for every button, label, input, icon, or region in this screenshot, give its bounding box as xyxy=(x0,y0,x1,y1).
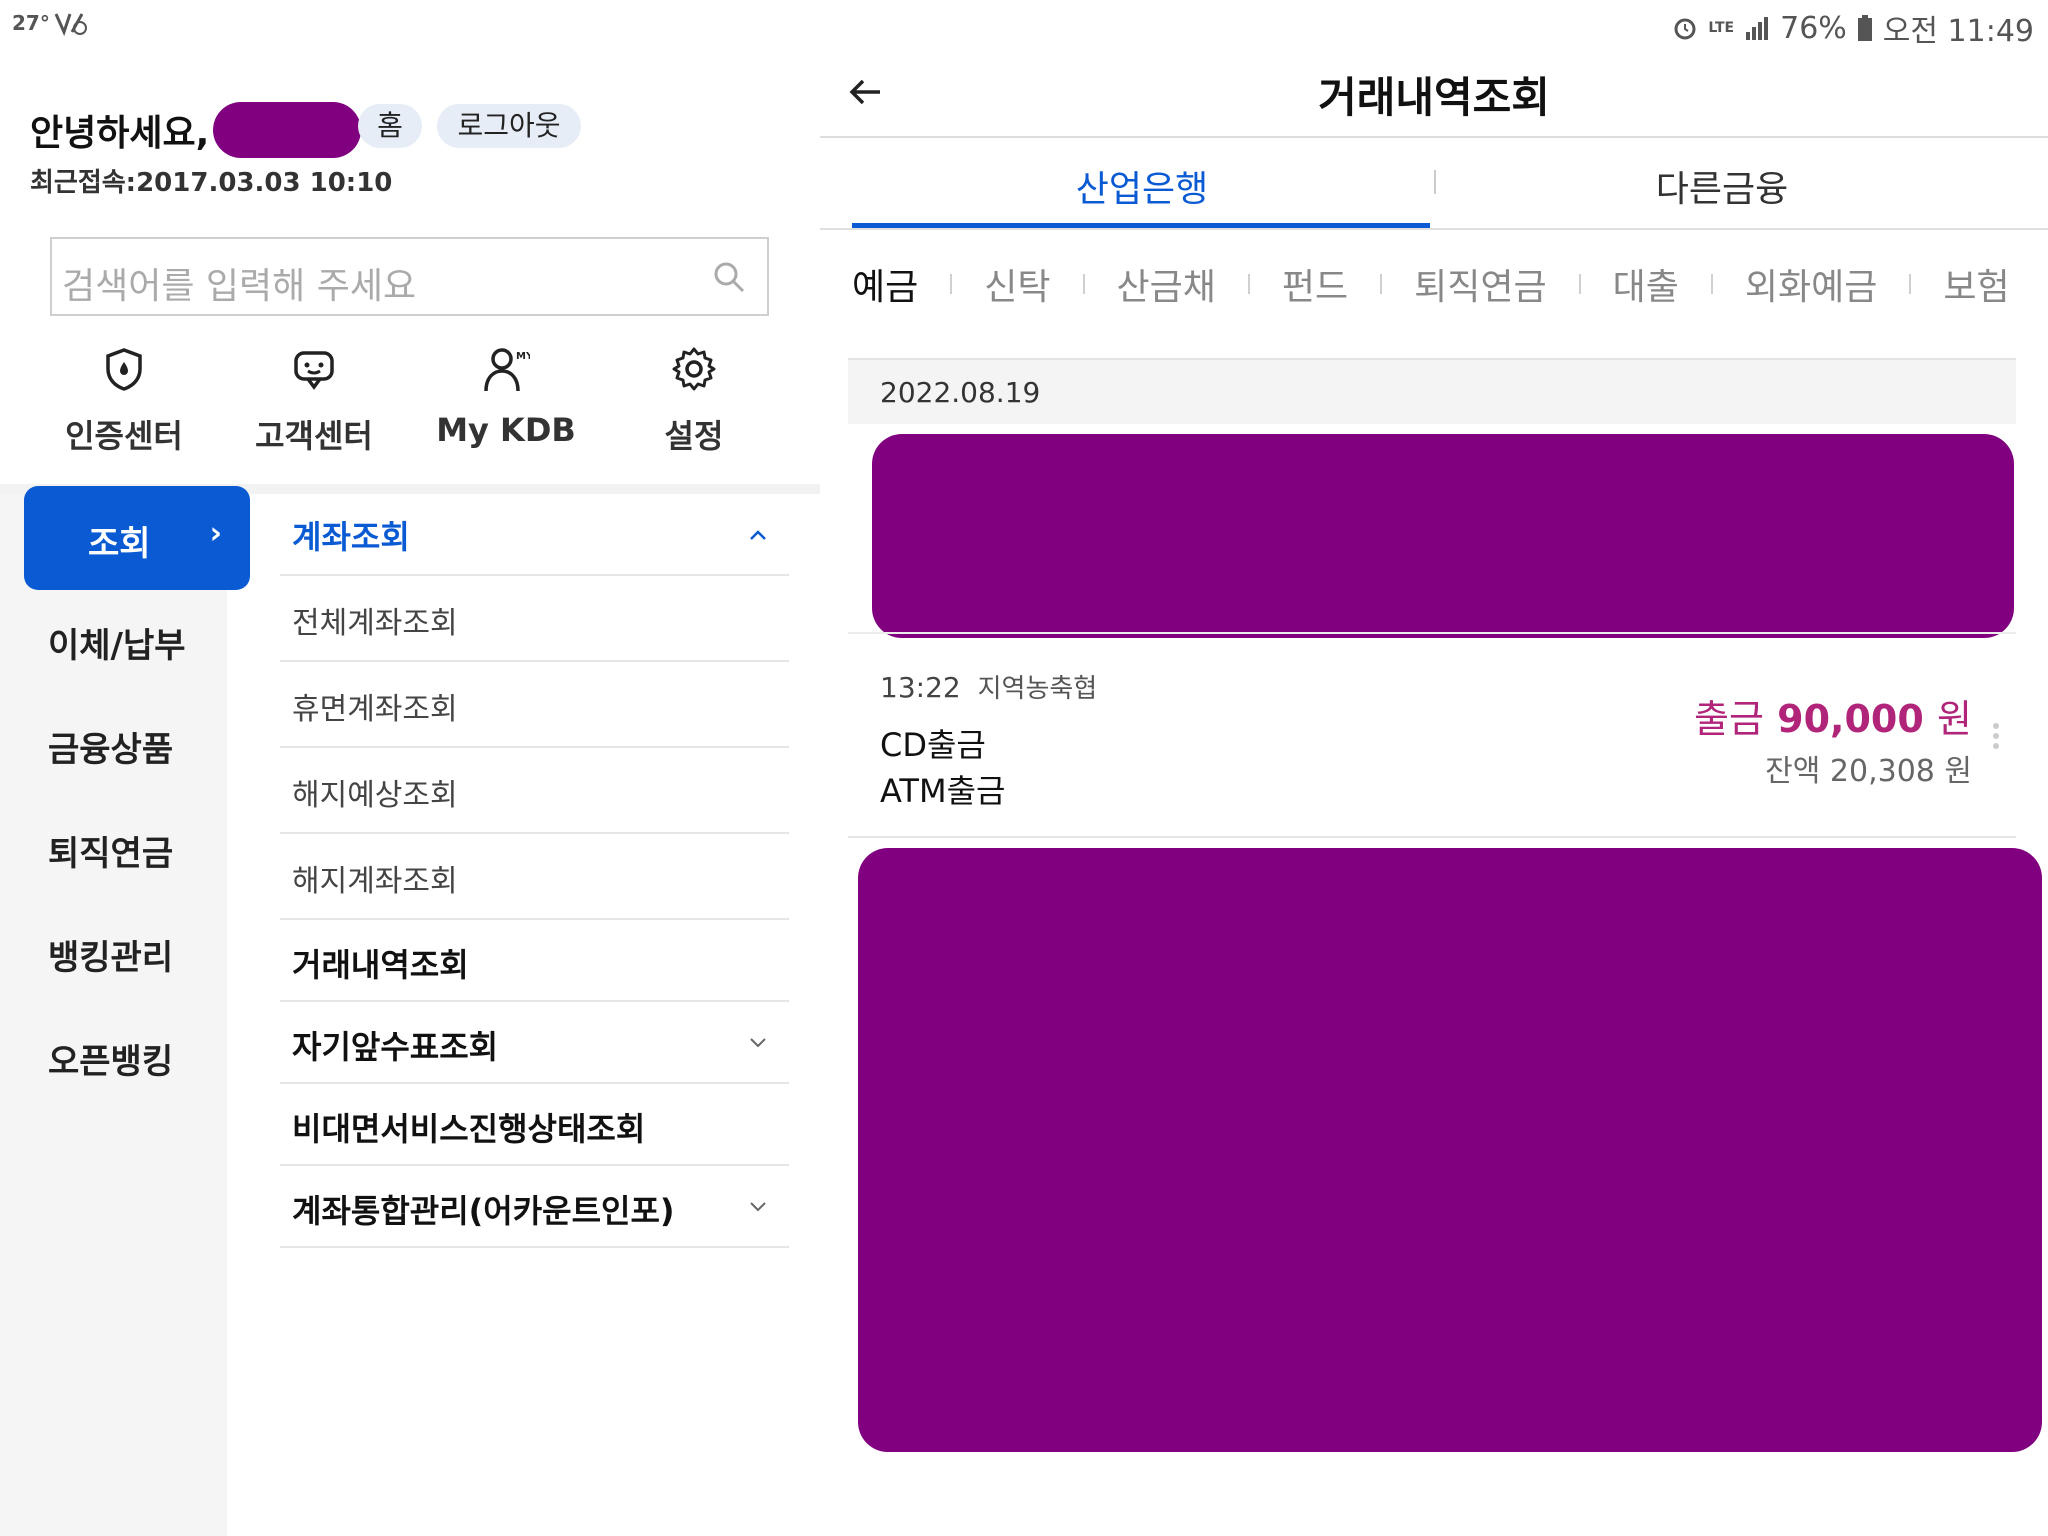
menu-all-accounts[interactable]: 전체계좌조회 xyxy=(280,576,789,662)
menu-cashier-check[interactable]: 자기앞수표조회 xyxy=(280,1002,789,1084)
redacted-transaction-block xyxy=(872,434,2014,638)
time-text: 13:22 xyxy=(880,671,961,704)
category-pension[interactable]: 퇴직연금 xyxy=(48,826,173,875)
chevron-down-icon xyxy=(750,1202,766,1212)
menu-non-face-service-status[interactable]: 비대면서비스진행상태조회 xyxy=(280,1084,789,1166)
subtab-separator xyxy=(1247,274,1250,294)
subtab-loan[interactable]: 대출 xyxy=(1613,258,1679,310)
person-icon: MY xyxy=(484,348,534,392)
menu-expected-termination[interactable]: 해지예상조회 xyxy=(280,748,789,834)
transaction-description: CD출금 xyxy=(880,726,986,764)
category-label: 조회 xyxy=(88,524,151,564)
subtab-deposit[interactable]: 예금 xyxy=(852,258,918,310)
menu-label: 계좌통합관리(어카운트인포) xyxy=(292,1192,675,1230)
gear-icon xyxy=(672,347,716,391)
svg-text:MY: MY xyxy=(516,351,530,362)
menu-label: 휴면계좌조회 xyxy=(292,692,458,727)
quick-my-kdb[interactable]: MY My KDB xyxy=(426,345,586,449)
amount-value: 90,000 xyxy=(1777,697,1924,741)
subtab-separator xyxy=(1909,274,1912,294)
menu-terminated-accounts[interactable]: 해지계좌조회 xyxy=(280,834,789,920)
header-divider xyxy=(820,136,2048,138)
amount-unit: 원 xyxy=(1937,697,1972,741)
category-transfer[interactable]: 이체/납부 xyxy=(48,618,186,667)
quick-label: 설정 xyxy=(664,417,724,455)
greeting: 안녕하세요, xyxy=(30,102,362,158)
menu-label: 비대면서비스진행상태조회 xyxy=(292,1110,646,1148)
quick-label: 인증센터 xyxy=(65,417,183,455)
menu-label: 자기앞수표조회 xyxy=(292,1028,499,1066)
menu-label: 계좌조회 xyxy=(292,518,410,556)
subtab-separator xyxy=(1578,274,1581,294)
product-subtabs: 예금 신탁 산금채 펀드 퇴직연금 대출 외화예금 보험 xyxy=(852,258,2048,310)
balance-text: 잔액 20,308 원 xyxy=(1765,754,1972,789)
redacted-user-name xyxy=(213,102,362,158)
tab-other-finance[interactable]: 다른금융 xyxy=(1432,160,2012,212)
withdrawal-amount: 출금 90,000 원 xyxy=(1694,688,1972,743)
row-divider xyxy=(848,836,2016,838)
quick-customer-center[interactable]: 고객센터 xyxy=(234,345,394,457)
quick-settings[interactable]: 설정 xyxy=(614,345,774,457)
quick-auth-center[interactable]: 인증센터 xyxy=(44,345,204,457)
search-placeholder: 검색어를 입력해 주세요 xyxy=(62,266,417,307)
menu-label: 해지계좌조회 xyxy=(292,864,458,899)
category-products[interactable]: 금융상품 xyxy=(48,722,173,771)
subtab-pension[interactable]: 퇴직연금 xyxy=(1414,258,1546,310)
menu-label: 해지예상조회 xyxy=(292,778,458,813)
last-login-text: 최근접속:2017.03.03 10:10 xyxy=(30,168,393,198)
menu-account-inquiry[interactable]: 계좌조회 xyxy=(280,494,789,576)
menu-label: 거래내역조회 xyxy=(292,946,469,984)
quick-label: 고객센터 xyxy=(255,417,373,455)
category-inquiry[interactable]: 조회 › xyxy=(24,486,250,590)
more-options-icon[interactable] xyxy=(1992,722,2000,750)
place-text: 지역농축협 xyxy=(977,674,1098,704)
logout-button[interactable]: 로그아웃 xyxy=(437,104,581,148)
tab-kdb-bank[interactable]: 산업은행 xyxy=(852,160,1432,212)
transaction-time: 13:22 지역농축협 xyxy=(880,668,1097,705)
page-title: 거래내역조회 xyxy=(1318,73,1550,122)
transaction-memo: ATM출금 xyxy=(880,772,1006,810)
subtab-separator xyxy=(1710,274,1713,294)
side-menu-panel: 안녕하세요, 홈 로그아웃 최근접속:2017.03.03 10:10 검색어를… xyxy=(0,0,820,1536)
transaction-date: 2022.08.19 xyxy=(880,376,1041,409)
chevron-down-icon xyxy=(750,1038,766,1048)
amount-label: 출금 xyxy=(1694,697,1764,741)
redacted-transaction-list xyxy=(858,848,2042,1452)
date-header: 2022.08.19 xyxy=(848,358,2016,424)
category-banking[interactable]: 뱅킹관리 xyxy=(48,930,173,979)
subtab-insurance[interactable]: 보험 xyxy=(1943,258,2009,310)
chevron-up-icon xyxy=(750,530,766,540)
menu-label: 전체계좌조회 xyxy=(292,606,458,641)
transaction-history-panel: 거래내역조회 산업은행 다른금융 예금 신탁 산금채 펀드 퇴직연금 대출 외화… xyxy=(820,0,2048,1536)
shield-icon xyxy=(106,348,142,391)
category-open-banking[interactable]: 오픈뱅킹 xyxy=(48,1034,173,1083)
quick-label: My KDB xyxy=(436,411,576,449)
subtab-trust[interactable]: 신탁 xyxy=(984,258,1050,310)
search-icon[interactable] xyxy=(711,259,747,295)
subtab-separator xyxy=(1082,274,1085,294)
subtab-foreign-deposit[interactable]: 외화예금 xyxy=(1745,258,1877,310)
search-input[interactable]: 검색어를 입력해 주세요 xyxy=(50,237,769,316)
tab-divider xyxy=(820,228,2048,230)
greeting-text: 안녕하세요, xyxy=(30,113,210,154)
subtab-fund[interactable]: 펀드 xyxy=(1282,258,1348,310)
home-button[interactable]: 홈 xyxy=(358,104,422,148)
menu-transaction-history[interactable]: 거래내역조회 xyxy=(280,920,789,1002)
menu-dormant-accounts[interactable]: 휴면계좌조회 xyxy=(280,662,789,748)
subtab-separator xyxy=(1380,274,1383,294)
chat-icon xyxy=(294,351,334,390)
subtab-bond[interactable]: 산금채 xyxy=(1117,258,1216,310)
row-divider xyxy=(848,632,2016,634)
chevron-right-icon: › xyxy=(209,516,222,551)
subtab-separator xyxy=(950,274,953,294)
menu-account-info[interactable]: 계좌통합관리(어카운트인포) xyxy=(280,1166,789,1248)
